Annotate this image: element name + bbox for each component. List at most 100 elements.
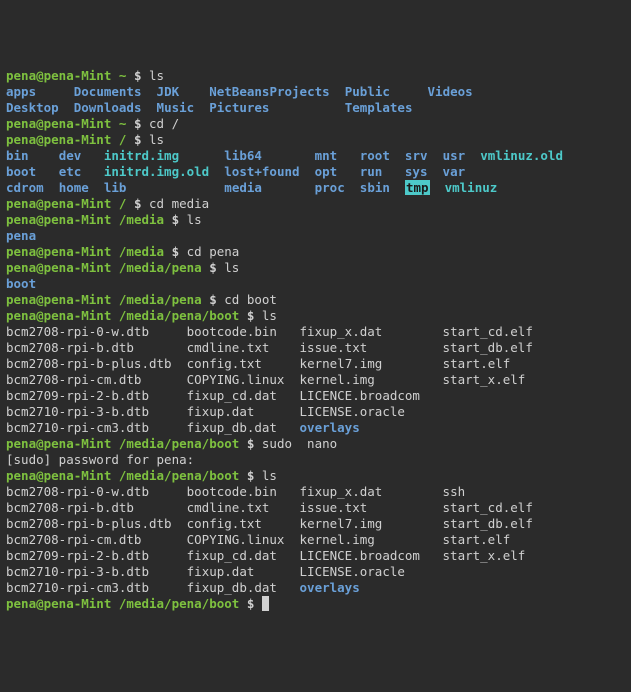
command-input[interactable]: sudo nano: [262, 436, 337, 451]
ls-entry: cmdline.txt: [187, 500, 270, 515]
terminal-line: bcm2708-rpi-cm.dtb COPYING.linux kernel.…: [6, 372, 625, 388]
terminal-line: pena@pena-Mint /media $ cd pena: [6, 244, 625, 260]
prompt-path: /media/pena/boot: [119, 308, 239, 323]
ls-entry: JDK: [157, 84, 180, 99]
terminal-line: bcm2710-rpi-cm3.dtb fixup_db.dat overlay…: [6, 580, 625, 596]
terminal[interactable]: { "user": "pena", "host": "pena-Mint", "…: [0, 0, 631, 519]
command-input[interactable]: ls: [224, 260, 239, 275]
ls-entry: kernel7.img: [300, 516, 383, 531]
terminal-line: bcm2708-rpi-0-w.dtb bootcode.bin fixup_x…: [6, 484, 625, 500]
ls-entry: root: [360, 148, 390, 163]
command-input[interactable]: cd /: [149, 116, 179, 131]
ls-entry: LICENCE.broadcom: [300, 548, 420, 563]
ls-entry: dev: [59, 148, 82, 163]
prompt-user: pena@pena-Mint: [6, 132, 111, 147]
ls-entry: bcm2709-rpi-2-b.dtb: [6, 388, 149, 403]
ls-entry: bootcode.bin: [187, 324, 277, 339]
ls-entry: media: [224, 180, 262, 195]
ls-entry: opt: [315, 164, 338, 179]
command-input[interactable]: cd boot: [224, 292, 277, 307]
prompt-user: pena@pena-Mint: [6, 212, 111, 227]
ls-entry: Pictures: [209, 100, 269, 115]
ls-entry: bcm2708-rpi-0-w.dtb: [6, 324, 149, 339]
terminal-line: cdrom home lib media proc sbin tmp vmlin…: [6, 180, 625, 196]
prompt-user: pena@pena-Mint: [6, 260, 111, 275]
prompt-user: pena@pena-Mint: [6, 596, 111, 611]
ls-entry: Music: [157, 100, 195, 115]
terminal-line: bcm2710-rpi-cm3.dtb fixup_db.dat overlay…: [6, 420, 625, 436]
ls-entry: start.elf: [443, 356, 511, 371]
ls-entry: fixup_cd.dat: [187, 388, 277, 403]
command-input[interactable]: cd media: [149, 196, 209, 211]
ls-entry: pena: [6, 228, 36, 243]
ls-entry: bcm2708-rpi-b.dtb: [6, 500, 134, 515]
command-input[interactable]: ls: [149, 68, 164, 83]
prompt-user: pena@pena-Mint: [6, 244, 111, 259]
ls-entry: lib: [104, 180, 127, 195]
terminal-output: pena@pena-Mint ~ $ lsapps Documents JDK …: [6, 68, 625, 612]
terminal-line: pena@pena-Mint /media/pena $ ls: [6, 260, 625, 276]
command-input[interactable]: cd pena: [187, 244, 240, 259]
ls-entry: bcm2708-rpi-cm.dtb: [6, 532, 141, 547]
ls-entry: fixup_cd.dat: [187, 548, 277, 563]
ls-entry: mnt: [315, 148, 338, 163]
prompt-path: /media: [119, 212, 164, 227]
ls-entry: fixup.dat: [187, 564, 255, 579]
terminal-line: pena@pena-Mint /media/pena/boot $ sudo n…: [6, 436, 625, 452]
ls-entry: bcm2708-rpi-0-w.dtb: [6, 484, 149, 499]
ls-entry: Videos: [428, 84, 473, 99]
cursor: [262, 596, 270, 611]
terminal-line: pena@pena-Mint / $ cd media: [6, 196, 625, 212]
ls-entry: etc: [59, 164, 82, 179]
command-input[interactable]: ls: [262, 468, 277, 483]
ls-entry: run: [360, 164, 383, 179]
prompt-path: /media/pena/boot: [119, 436, 239, 451]
terminal-line: Desktop Downloads Music Pictures Templat…: [6, 100, 625, 116]
prompt-user: pena@pena-Mint: [6, 196, 111, 211]
ls-entry: bcm2708-rpi-b-plus.dtb: [6, 516, 172, 531]
ls-entry: initrd.img.old: [104, 164, 209, 179]
ls-entry: kernel7.img: [300, 356, 383, 371]
ls-entry: config.txt: [187, 356, 262, 371]
ls-entry: bcm2710-rpi-3-b.dtb: [6, 404, 149, 419]
ls-entry: Downloads: [74, 100, 142, 115]
terminal-line: bcm2708-rpi-0-w.dtb bootcode.bin fixup_x…: [6, 324, 625, 340]
prompt-user: pena@pena-Mint: [6, 308, 111, 323]
ls-entry: usr: [443, 148, 466, 163]
terminal-line: bcm2708-rpi-b-plus.dtb config.txt kernel…: [6, 356, 625, 372]
ls-entry: LICENSE.oracle: [300, 404, 405, 419]
prompt-path: /media/pena: [119, 292, 202, 307]
ls-entry: issue.txt: [300, 340, 368, 355]
prompt-user: pena@pena-Mint: [6, 68, 111, 83]
command-input[interactable]: ls: [149, 132, 164, 147]
prompt-user: pena@pena-Mint: [6, 436, 111, 451]
terminal-line: bcm2709-rpi-2-b.dtb fixup_cd.dat LICENCE…: [6, 548, 625, 564]
ls-entry: start_x.elf: [443, 372, 526, 387]
terminal-line: pena@pena-Mint /media/pena/boot $ ls: [6, 468, 625, 484]
ls-entry: cmdline.txt: [187, 340, 270, 355]
command-input[interactable]: ls: [262, 308, 277, 323]
ls-entry: Public: [345, 84, 390, 99]
ls-entry: overlays: [300, 580, 360, 595]
ls-entry: fixup_db.dat: [187, 580, 277, 595]
ls-entry: COPYING.linux: [187, 532, 285, 547]
ls-entry: Templates: [345, 100, 413, 115]
command-input[interactable]: ls: [187, 212, 202, 227]
ls-entry: bin: [6, 148, 29, 163]
terminal-line: pena@pena-Mint / $ ls: [6, 132, 625, 148]
terminal-line: apps Documents JDK NetBeansProjects Publ…: [6, 84, 625, 100]
terminal-line: pena@pena-Mint /media/pena/boot $ ls: [6, 308, 625, 324]
ls-entry: overlays: [300, 420, 360, 435]
terminal-line: bcm2710-rpi-3-b.dtb fixup.dat LICENSE.or…: [6, 564, 625, 580]
prompt-user: pena@pena-Mint: [6, 468, 111, 483]
ls-entry: ssh: [443, 484, 466, 499]
ls-entry: fixup_x.dat: [300, 324, 383, 339]
ls-entry: cdrom: [6, 180, 44, 195]
ls-entry: start_cd.elf: [443, 324, 533, 339]
ls-entry: fixup_db.dat: [187, 420, 277, 435]
prompt-user: pena@pena-Mint: [6, 292, 111, 307]
ls-entry: vmlinuz: [445, 180, 498, 195]
ls-entry: fixup.dat: [187, 404, 255, 419]
terminal-line: pena@pena-Mint /media $ ls: [6, 212, 625, 228]
ls-entry: vmlinuz.old: [480, 148, 563, 163]
